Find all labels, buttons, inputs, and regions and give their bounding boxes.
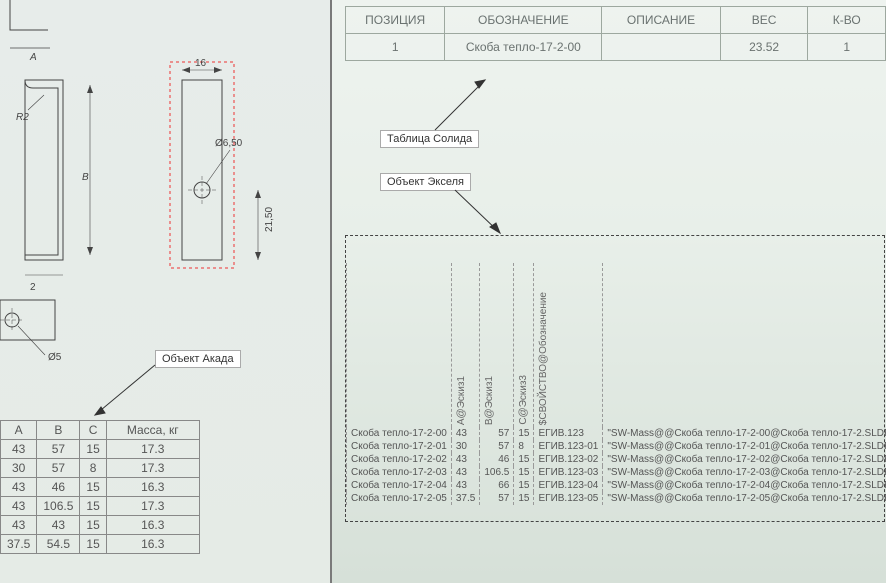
bom-header: ПОЗИЦИЯ ОБОЗНАЧЕНИЕ ОПИСАНИЕ ВЕС К-ВО xyxy=(346,7,886,34)
excel-row: Скоба тепло-17-2-0537.55715ЕГИВ.123-05"S… xyxy=(347,492,886,505)
label-akad: Объект Акада xyxy=(155,350,241,368)
excel-row: Скоба тепло-17-2-00435715ЕГИВ.123"SW-Mas… xyxy=(347,427,886,440)
col-c: С@Эскиз3 xyxy=(518,375,529,425)
excel-row: Скоба тепло-17-2-02434615ЕГИВ.123-02"SW-… xyxy=(347,453,886,466)
dim-16: 16 xyxy=(195,58,207,69)
dim-2: 2 xyxy=(30,282,36,293)
excel-header-row: А@Эскиз1 В@Эскиз1 С@Эскиз3 $СВОЙСТВО@Обо… xyxy=(347,263,886,427)
col-a: А@Эскиз1 xyxy=(456,376,467,425)
mass-table-row: 43431516.3 xyxy=(1,516,200,535)
mass-table-row: 43571517.3 xyxy=(1,440,200,459)
axis-a-label: A xyxy=(29,52,37,63)
mass-table: A B C Масса, кг 43571517.33057817.343461… xyxy=(0,420,200,554)
excel-row: Скоба тепло-17-2-0343106.515ЕГИВ.123-03"… xyxy=(347,466,886,479)
axis-b-label: B xyxy=(82,172,89,183)
col-oboz: $СВОЙСТВО@Обозначение xyxy=(538,292,549,425)
excel-row: Скоба тепло-17-2-04436615ЕГИВ.123-04"SW-… xyxy=(347,479,886,492)
hole-5: Ø5 xyxy=(48,352,62,363)
dim-2150: 21,50 xyxy=(264,207,275,232)
excel-embed[interactable]: А@Эскиз1 В@Эскиз1 С@Эскиз3 $СВОЙСТВО@Обо… xyxy=(345,235,885,522)
mass-table-row: 37.554.51516.3 xyxy=(1,535,200,554)
mass-table-row: 3057817.3 xyxy=(1,459,200,478)
mass-table-row: 43106.51517.3 xyxy=(1,497,200,516)
radius-label: R2 xyxy=(16,112,29,123)
bom-table: ПОЗИЦИЯ ОБОЗНАЧЕНИЕ ОПИСАНИЕ ВЕС К-ВО 1 … xyxy=(345,6,886,61)
mass-table-row: 43461516.3 xyxy=(1,478,200,497)
excel-row: Скоба тепло-17-2-0130578ЕГИВ.123-01"SW-M… xyxy=(347,440,886,453)
bom-row: 1 Скоба тепло-17-2-00 23.52 1 xyxy=(346,34,886,61)
drawing-canvas: A R2 B 2 Ø5 16 Ø6,50 xyxy=(0,0,332,583)
col-b: В@Эскиз1 xyxy=(484,376,495,425)
mass-table-header: A B C Масса, кг xyxy=(1,421,200,440)
hole-650: Ø6,50 xyxy=(215,138,243,149)
